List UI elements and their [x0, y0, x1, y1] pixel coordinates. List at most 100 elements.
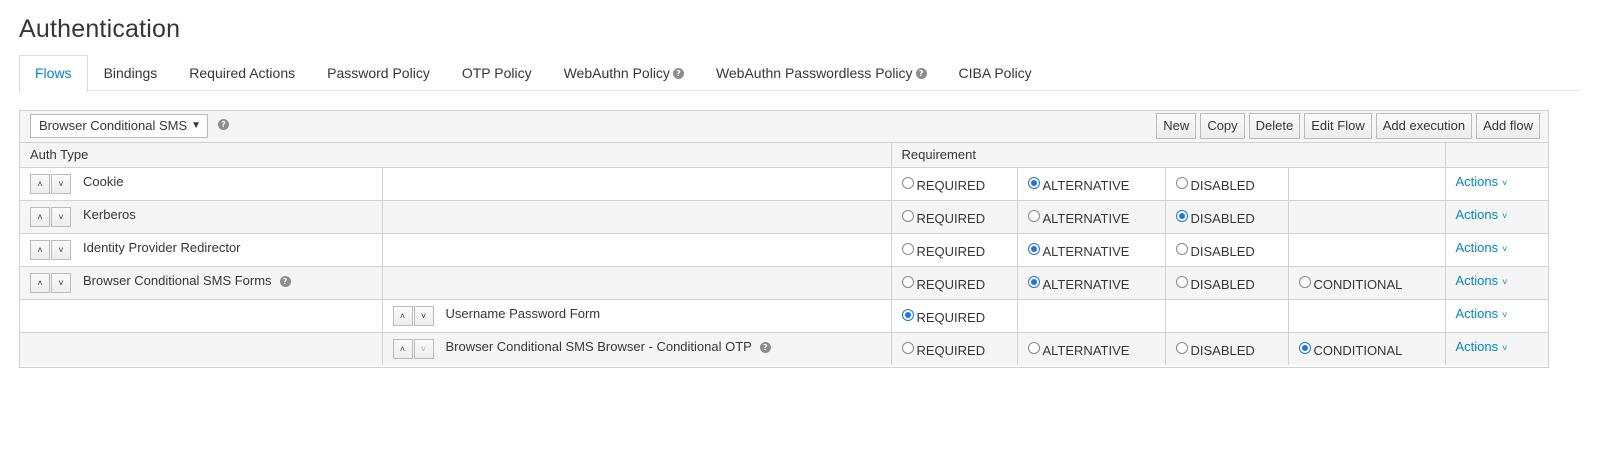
chevron-down-icon: ˅	[1502, 343, 1508, 354]
delete-button[interactable]: Delete	[1248, 113, 1301, 139]
radio-button[interactable]	[901, 309, 914, 322]
table-cell	[381, 166, 891, 200]
requirement-option-alternative[interactable]: ALTERNATIVE	[1027, 208, 1129, 226]
radio-button[interactable]	[1298, 342, 1311, 355]
help-icon[interactable]: ?	[672, 67, 684, 79]
radio-button[interactable]	[1027, 342, 1040, 355]
radio-label: DISABLED	[1190, 342, 1255, 358]
tab-webauthn-policy[interactable]: WebAuthn Policy?	[548, 55, 700, 91]
add-flow-button[interactable]: Add flow	[1476, 113, 1540, 139]
help-icon[interactable]: ?	[759, 342, 771, 354]
radio-button[interactable]	[1298, 276, 1311, 289]
table-header: Auth Type Requirement	[20, 143, 1548, 168]
new-button[interactable]: New	[1156, 113, 1197, 139]
radio-button[interactable]	[1175, 342, 1188, 355]
tab-bindings[interactable]: Bindings	[88, 55, 174, 91]
radio-button[interactable]	[1175, 177, 1188, 190]
requirement-option-conditional[interactable]: CONDITIONAL	[1298, 341, 1402, 358]
actions-dropdown[interactable]: Actions ˅	[1456, 207, 1508, 222]
table-cell	[1287, 166, 1445, 200]
flow-select[interactable]: Browser Conditional SMS ▼	[30, 114, 208, 138]
requirement-option-required[interactable]: REQUIRED	[901, 274, 985, 292]
requirement-option-required[interactable]: REQUIRED	[901, 341, 985, 358]
table-row: ˄ ˅ Identity Provider Redirector REQUIRED AL…	[20, 232, 1548, 266]
radio-button[interactable]	[901, 177, 914, 190]
table-cell: ˄ ˅ Browser Conditional SMS Browser - Cond…	[381, 331, 891, 365]
chevron-up-icon[interactable]: ˄	[392, 338, 413, 359]
execution-name: Browser Conditional SMS Browser - Condit…	[445, 339, 752, 355]
table-cell: Actions ˅	[1444, 232, 1548, 266]
table-cell: ˄ ˅ Identity Provider Redirector	[20, 232, 382, 266]
add-execution-button[interactable]: Add execution	[1375, 113, 1473, 139]
edit-flow-button[interactable]: Edit Flow	[1304, 113, 1372, 139]
table-cell: DISABLED	[1164, 232, 1288, 266]
help-icon[interactable]: ?	[279, 276, 291, 287]
tab-password-policy[interactable]: Password Policy	[311, 55, 446, 91]
chevron-up-icon[interactable]: ˄	[30, 173, 50, 194]
chevron-down-icon[interactable]: ˅	[51, 206, 71, 227]
help-icon[interactable]: ?	[915, 67, 927, 79]
table-cell: DISABLED	[1164, 199, 1288, 233]
table-cell	[1287, 298, 1445, 332]
requirement-option-alternative[interactable]: ALTERNATIVE	[1027, 341, 1129, 358]
tab-otp-policy[interactable]: OTP Policy	[446, 55, 548, 91]
requirement-option-required[interactable]: REQUIRED	[901, 208, 985, 226]
chevron-up-icon[interactable]: ˄	[30, 272, 50, 293]
actions-label: Actions	[1455, 273, 1499, 288]
execution-name: Username Password Form	[445, 306, 601, 321]
requirement-option-disabled[interactable]: DISABLED	[1175, 241, 1255, 259]
radio-button[interactable]	[1027, 276, 1040, 289]
actions-label: Actions	[1455, 207, 1499, 222]
tab-label: CIBA Policy	[958, 65, 1032, 81]
radio-button[interactable]	[901, 243, 914, 256]
actions-dropdown[interactable]: Actions ˅	[1456, 174, 1508, 189]
radio-button[interactable]	[901, 210, 914, 223]
radio-button[interactable]	[901, 276, 914, 289]
requirement-option-required[interactable]: REQUIRED	[901, 175, 985, 193]
chevron-up-icon[interactable]: ˄	[392, 305, 413, 326]
actions-dropdown[interactable]: Actions ˅	[1456, 306, 1508, 321]
radio-label: REQUIRED	[916, 243, 986, 259]
requirement-option-alternative[interactable]: ALTERNATIVE	[1027, 241, 1129, 259]
radio-button[interactable]	[1175, 243, 1188, 256]
chevron-down-icon[interactable]: ˅	[413, 305, 434, 326]
actions-dropdown[interactable]: Actions ˅	[1456, 273, 1508, 288]
requirement-option-disabled[interactable]: DISABLED	[1175, 175, 1255, 193]
requirement-option-alternative[interactable]: ALTERNATIVE	[1027, 175, 1129, 193]
radio-button[interactable]	[1027, 210, 1040, 223]
tab-required-actions[interactable]: Required Actions	[173, 55, 311, 91]
radio-button[interactable]	[1175, 276, 1188, 289]
table-cell	[381, 265, 891, 299]
requirement-option-required[interactable]: REQUIRED	[901, 307, 985, 325]
chevron-up-icon[interactable]: ˄	[30, 239, 50, 260]
requirement-option-alternative[interactable]: ALTERNATIVE	[1027, 274, 1129, 292]
requirement-option-disabled[interactable]: DISABLED	[1175, 208, 1255, 226]
tab-webauthn-passwordless-policy[interactable]: WebAuthn Passwordless Policy?	[700, 55, 943, 91]
requirement-option-required[interactable]: REQUIRED	[901, 241, 986, 259]
radio-button[interactable]	[1027, 243, 1040, 256]
chevron-down-icon[interactable]: ˅	[51, 239, 71, 260]
requirement-option-disabled[interactable]: DISABLED	[1175, 341, 1255, 358]
radio-label: DISABLED	[1190, 177, 1255, 193]
chevron-down-icon[interactable]: ˅	[51, 173, 71, 194]
tab-flows[interactable]: Flows	[19, 55, 88, 92]
requirement-header: Requirement	[890, 143, 1445, 168]
chevron-down-icon[interactable]: ˅	[51, 272, 71, 293]
radio-button[interactable]	[901, 342, 914, 355]
chevron-down-icon: ˅	[1502, 310, 1508, 320]
actions-dropdown[interactable]: Actions ˅	[1456, 240, 1508, 255]
radio-label: CONDITIONAL	[1313, 276, 1403, 292]
chevron-down-icon: ˅	[1502, 178, 1508, 188]
requirement-option-conditional[interactable]: CONDITIONAL	[1298, 274, 1403, 292]
help-icon[interactable]: ?	[218, 119, 229, 130]
requirement-option-disabled[interactable]: DISABLED	[1175, 274, 1255, 292]
chevron-down-icon[interactable]: ˅	[413, 338, 434, 359]
tab-label: Required Actions	[189, 65, 296, 81]
actions-header	[1444, 143, 1548, 168]
actions-dropdown[interactable]: Actions ˅	[1456, 339, 1508, 354]
copy-button[interactable]: Copy	[1200, 113, 1245, 139]
radio-button[interactable]	[1027, 177, 1040, 190]
radio-button[interactable]	[1175, 210, 1188, 223]
tab-ciba-policy[interactable]: CIBA Policy	[943, 55, 1048, 91]
chevron-up-icon[interactable]: ˄	[30, 206, 50, 227]
